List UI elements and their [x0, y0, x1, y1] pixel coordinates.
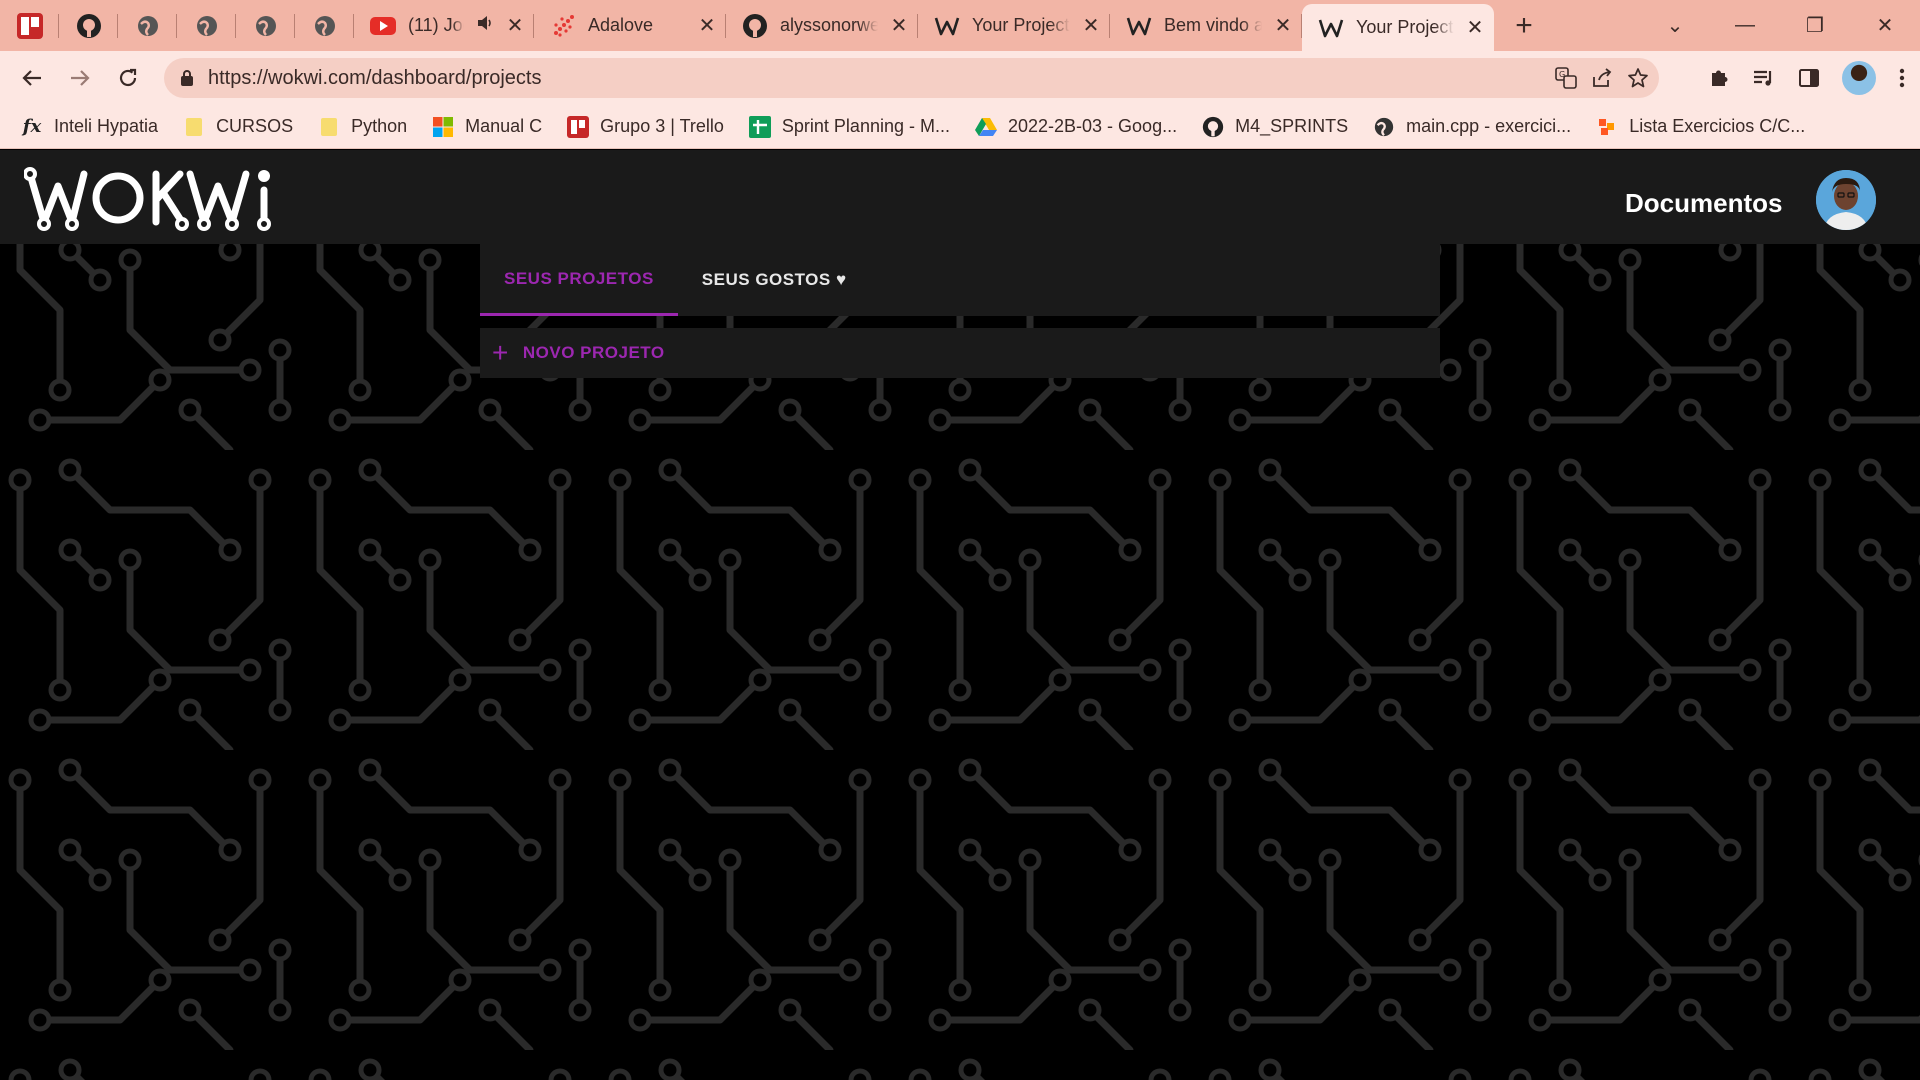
adalove-icon	[550, 13, 576, 39]
site-header: Documentos	[0, 150, 1920, 244]
new-tab-button[interactable]: +	[1502, 4, 1546, 48]
globe-icon	[255, 15, 276, 36]
share-icon[interactable]	[1591, 67, 1613, 89]
folder-icon	[182, 115, 206, 139]
tab-github[interactable]: alyssonorwe ✕	[726, 0, 918, 51]
minimize-icon[interactable]: —	[1710, 14, 1780, 37]
puzzle-icon	[1595, 115, 1619, 139]
back-arrow-icon	[22, 70, 41, 86]
bookmark-item[interactable]: Lista Exercicios C/C...	[1595, 115, 1805, 139]
bookmark-item[interactable]: CURSOS	[182, 115, 293, 139]
toolbar-actions	[1708, 51, 1906, 105]
docs-link[interactable]: Documentos	[1625, 188, 1782, 219]
bookmark-star-icon[interactable]	[1627, 67, 1649, 89]
tab-close-icon[interactable]: ✕	[698, 13, 716, 38]
reload-icon	[119, 68, 137, 87]
globe-icon	[314, 15, 335, 36]
bookmarks-bar: fx Inteli Hypatia CURSOS Python Manual C …	[0, 105, 1920, 149]
tab-adalove[interactable]: Adalove ✕	[534, 0, 726, 51]
window-controls: ⌄ — ❐ ✕	[1640, 0, 1920, 51]
pinned-tab-1[interactable]	[0, 0, 59, 51]
folder-icon	[317, 115, 341, 139]
kebab-menu-icon[interactable]	[1898, 67, 1906, 89]
bookmark-item[interactable]: M4_SPRINTS	[1201, 115, 1348, 139]
github-icon	[1201, 115, 1225, 139]
wokwi-w-icon	[1318, 15, 1344, 41]
tab-youtube[interactable]: (11) Jod ✕	[354, 0, 534, 51]
wokwi-w-icon	[1126, 13, 1152, 39]
new-project-label: NOVO PROJETO	[522, 343, 665, 362]
new-project-button[interactable]: + NOVO PROJETO	[492, 339, 665, 367]
tab-seus-gostos[interactable]: SEUS GOSTOS ♥	[678, 244, 871, 316]
youtube-icon	[370, 13, 396, 39]
sheets-icon	[748, 115, 772, 139]
media-queue-icon[interactable]	[1752, 67, 1776, 89]
bookmark-item[interactable]: 2022-2B-03 - Goog...	[974, 115, 1177, 139]
wokwi-w-icon	[934, 13, 960, 39]
tab-wokwi-1[interactable]: Your Project ✕	[918, 0, 1110, 51]
back-button[interactable]	[8, 54, 56, 102]
pinned-app-icon	[16, 12, 43, 39]
bookmark-item[interactable]: Manual C	[431, 115, 542, 139]
pinned-tabs	[0, 0, 354, 51]
tab-title: (11) Jod	[408, 15, 464, 35]
address-bar[interactable]: https://wokwi.com/dashboard/projects G	[164, 58, 1659, 98]
new-project-bar: + NOVO PROJETO	[480, 328, 1440, 378]
bookmark-item[interactable]: Grupo 3 | Trello	[566, 115, 724, 139]
pinned-tab-6[interactable]	[295, 0, 354, 51]
tab-title: alyssonorwe	[780, 15, 878, 35]
wokwi-logo[interactable]	[24, 164, 280, 232]
wokwi-dashboard: Documentos SEUS PROJETOS SEUS GOSTOS ♥ +…	[0, 150, 1920, 1080]
restore-icon[interactable]: ❐	[1780, 13, 1850, 38]
project-tabs: SEUS PROJETOS SEUS GOSTOS ♥	[480, 244, 1440, 316]
pinned-tab-5[interactable]	[236, 0, 295, 51]
svg-text:G: G	[1559, 70, 1565, 79]
globe-icon	[196, 15, 217, 36]
github-icon	[742, 13, 768, 39]
user-avatar[interactable]	[1816, 170, 1876, 230]
forward-arrow-icon	[71, 70, 90, 86]
globe-icon	[1372, 115, 1396, 139]
drive-icon	[974, 115, 998, 139]
tab-title: Adalove	[588, 15, 654, 35]
close-window-icon[interactable]: ✕	[1850, 13, 1920, 38]
translate-icon[interactable]: G	[1555, 67, 1577, 89]
bookmark-item[interactable]: Python	[317, 115, 407, 139]
avatar-image	[1816, 170, 1876, 230]
browser-toolbar: https://wokwi.com/dashboard/projects G	[0, 51, 1920, 105]
pinned-tab-4[interactable]	[177, 0, 236, 51]
tab-close-icon[interactable]: ✕	[506, 13, 524, 38]
bookmark-item[interactable]: fx Inteli Hypatia	[20, 115, 158, 139]
tab-seus-projetos[interactable]: SEUS PROJETOS	[480, 244, 678, 316]
tab-title: Your Project	[972, 15, 1070, 35]
github-icon	[76, 13, 101, 38]
profile-avatar[interactable]	[1842, 61, 1876, 95]
bookmark-item[interactable]: Sprint Planning - M...	[748, 115, 950, 139]
trello-icon	[566, 115, 590, 139]
side-panel-icon[interactable]	[1798, 67, 1820, 89]
windows-icon	[431, 115, 455, 139]
pinned-tab-2[interactable]	[59, 0, 118, 51]
pinned-tab-3[interactable]	[118, 0, 177, 51]
tab-title: Your Project	[1356, 17, 1454, 37]
url-text: https://wokwi.com/dashboard/projects	[208, 66, 542, 89]
lock-icon	[181, 70, 193, 86]
tab-close-icon[interactable]: ✕	[1466, 15, 1484, 40]
tab-wokwi-active[interactable]: Your Project ✕	[1302, 4, 1494, 51]
tab-close-icon[interactable]: ✕	[1082, 13, 1100, 38]
tab-close-icon[interactable]: ✕	[890, 13, 908, 38]
speaker-icon[interactable]	[476, 14, 494, 37]
extensions-puzzle-icon[interactable]	[1708, 67, 1730, 89]
fx-icon: fx	[22, 116, 42, 137]
tab-wokwi-2[interactable]: Bem vindo a ✕	[1110, 0, 1302, 51]
forward-button[interactable]	[56, 54, 104, 102]
tab-title: Bem vindo a	[1164, 15, 1262, 35]
tab-search-icon[interactable]: ⌄	[1640, 13, 1710, 38]
globe-icon	[137, 15, 158, 36]
bookmark-item[interactable]: main.cpp - exercici...	[1372, 115, 1571, 139]
browser-tab-strip: (11) Jod ✕ Adalove ✕ alyssonorwe ✕ Your …	[0, 0, 1920, 51]
tab-close-icon[interactable]: ✕	[1274, 13, 1292, 38]
reload-button[interactable]	[104, 54, 152, 102]
plus-icon: +	[492, 337, 509, 368]
